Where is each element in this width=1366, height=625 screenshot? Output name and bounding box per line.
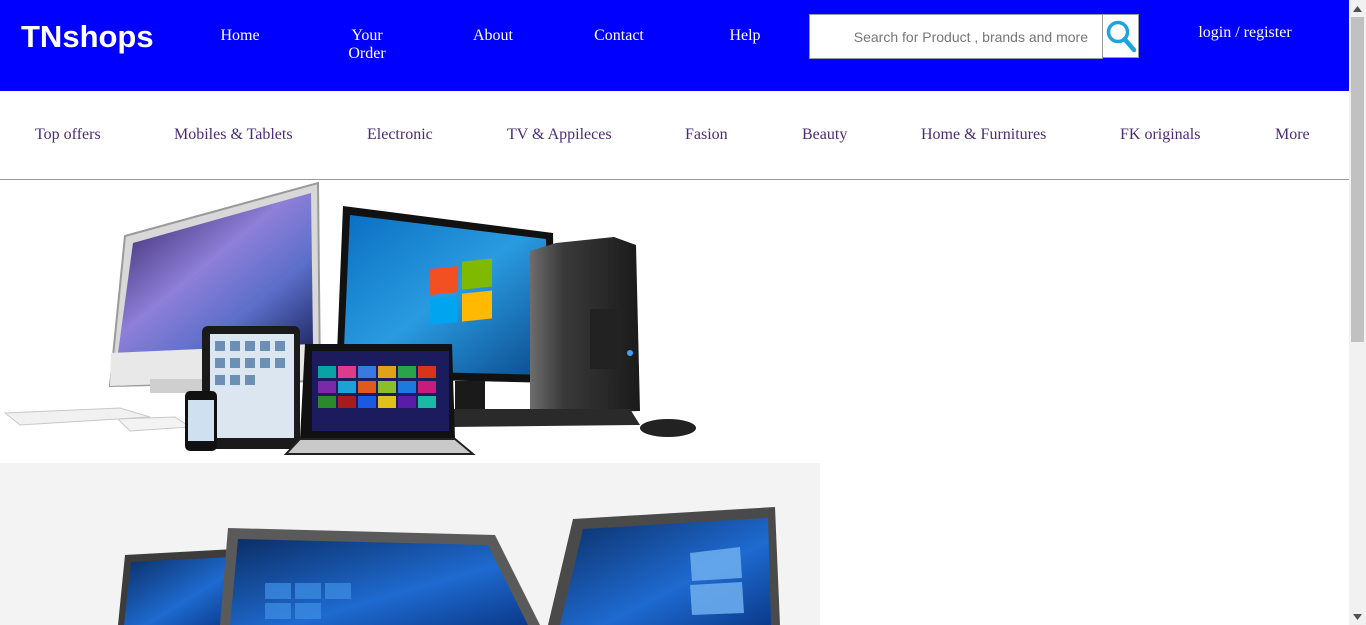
nav-home[interactable]: Home [195,27,285,45]
nav-your-order[interactable]: Your Order [322,27,412,63]
electronics-devices-image [3,181,696,455]
search-icon [1106,20,1136,53]
nav-about[interactable]: About [448,27,538,45]
top-header: TNshops Home Your Order About Contact He… [0,0,1349,91]
laptops-image [118,507,780,625]
scroll-up-arrow-icon[interactable] [1349,0,1366,17]
scroll-down-arrow-icon[interactable] [1349,608,1366,625]
page-scrollbar[interactable] [1349,0,1366,625]
login-register-link[interactable]: login / register [1180,24,1310,42]
search-button[interactable] [1102,14,1139,58]
search-input[interactable] [809,14,1103,59]
nav-help[interactable]: Help [700,27,790,45]
scroll-thumb[interactable] [1351,17,1364,342]
category-home-furnitures[interactable]: Home & Furnitures [921,126,1046,144]
category-fashion[interactable]: Fasion [685,126,728,144]
category-bar: Top offers Mobiles & Tablets Electronic … [0,91,1349,180]
nav-your-order-label: Your Order [348,27,386,62]
site-logo[interactable]: TNshops [21,18,154,56]
category-fk-originals[interactable]: FK originals [1120,126,1200,144]
nav-contact[interactable]: Contact [574,27,664,45]
category-tv-appliances[interactable]: TV & Appileces [507,126,612,144]
category-electronic[interactable]: Electronic [367,126,433,144]
category-more[interactable]: More [1275,126,1310,144]
electronics-devices-banner[interactable] [0,181,820,463]
category-mobiles-tablets[interactable]: Mobiles & Tablets [174,126,293,144]
category-top-offers[interactable]: Top offers [35,126,101,144]
category-beauty[interactable]: Beauty [802,126,847,144]
laptops-banner[interactable] [0,463,820,625]
